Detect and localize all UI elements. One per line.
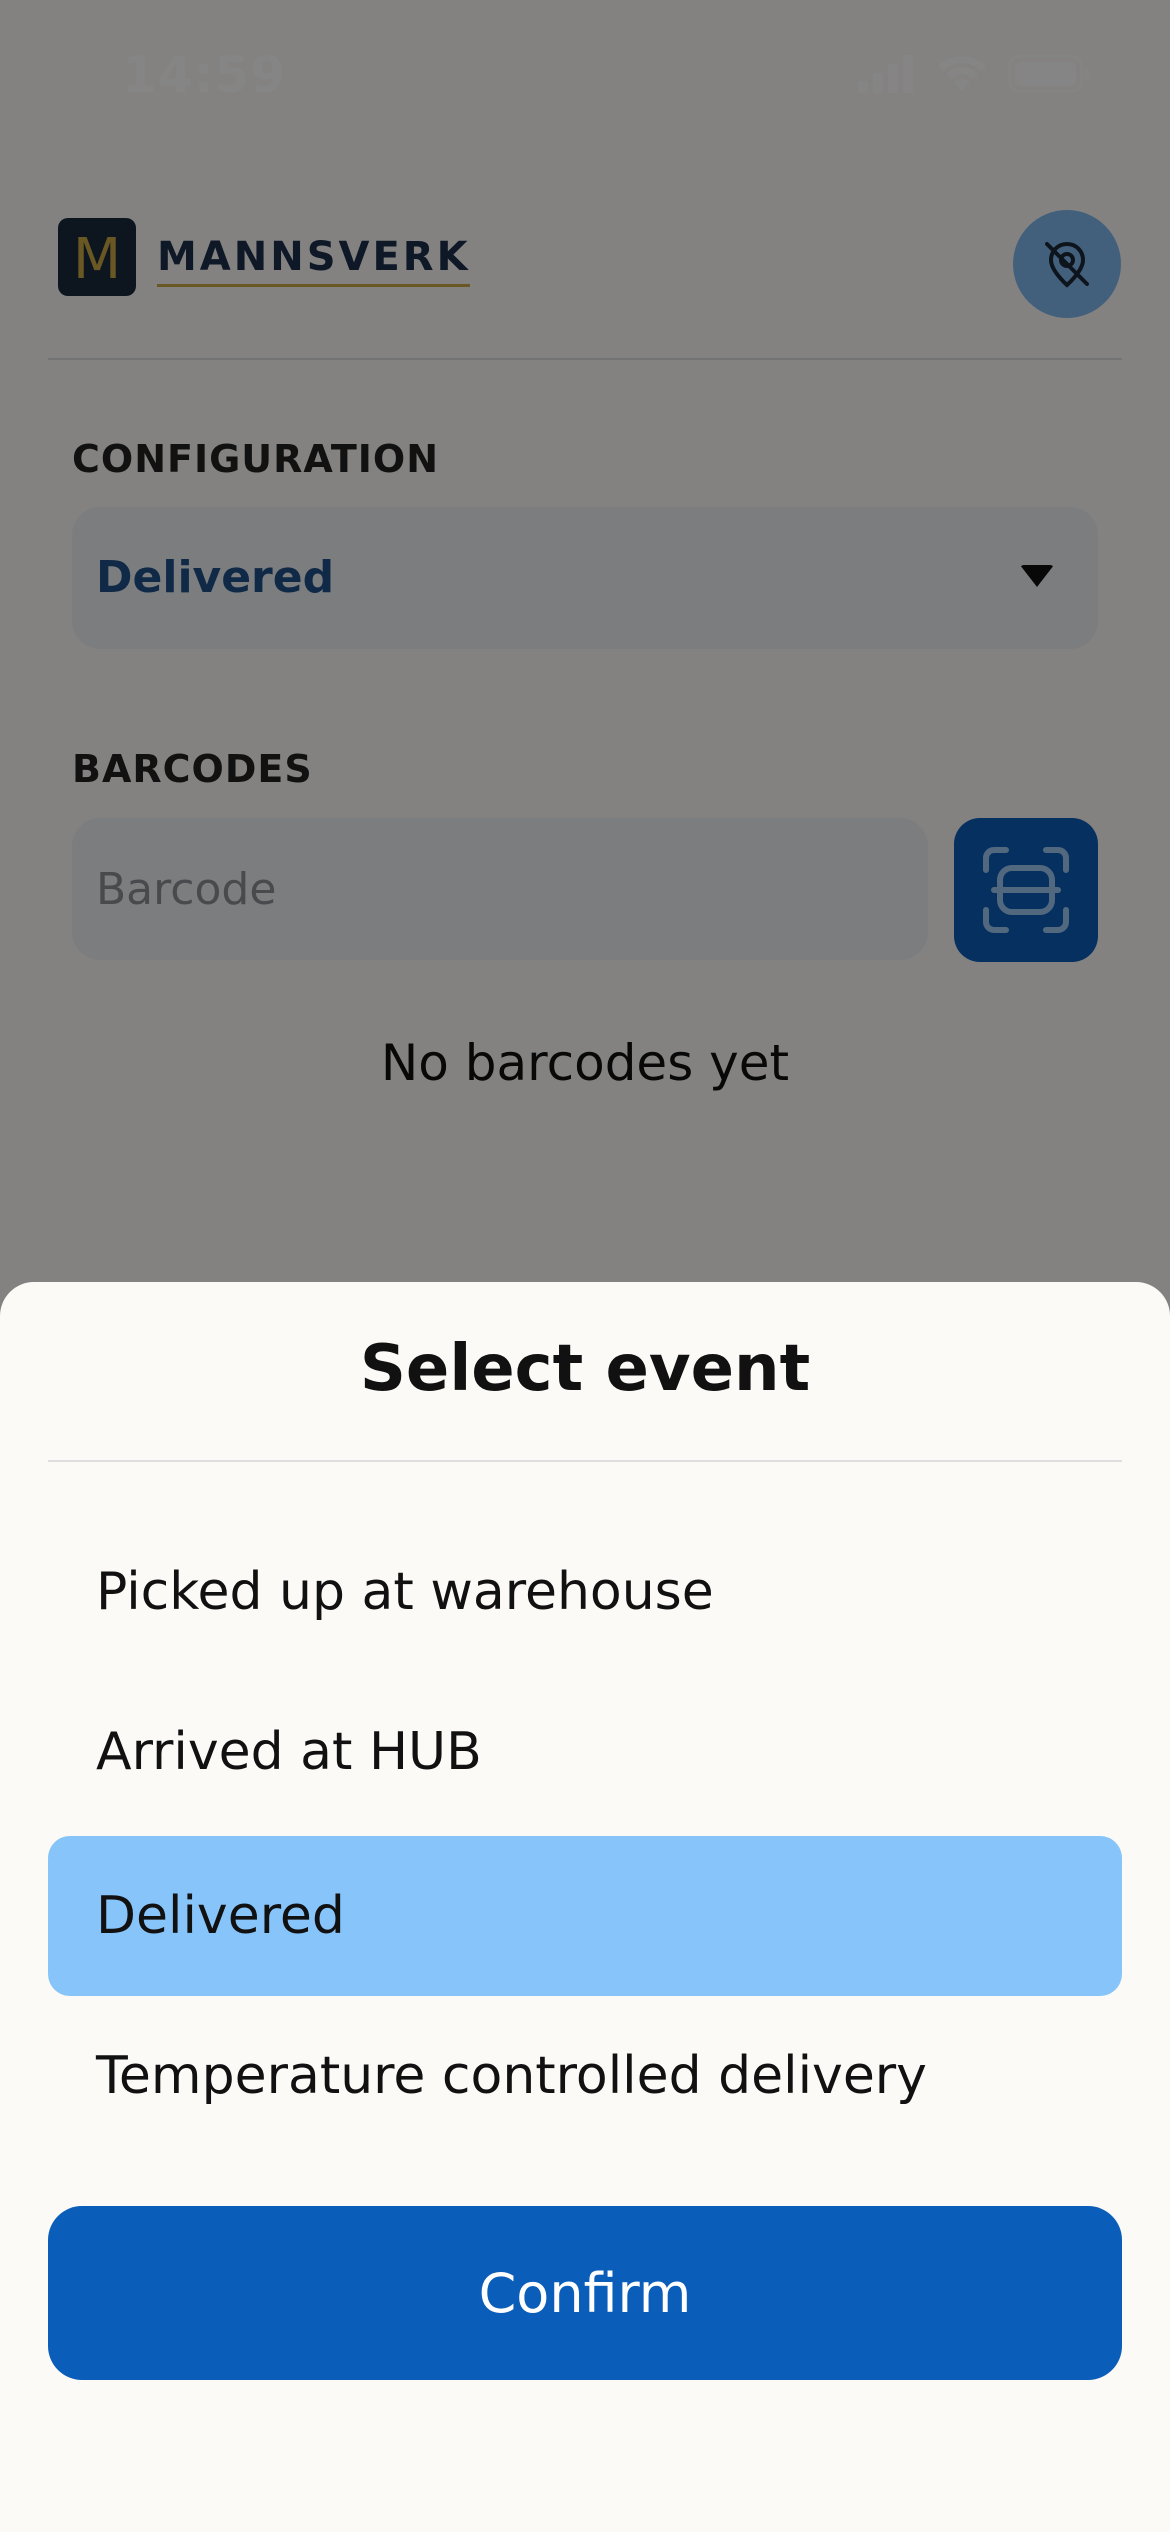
event-option-label: Delivered: [96, 1886, 345, 1946]
event-option-delivered[interactable]: Delivered: [48, 1836, 1122, 1996]
sheet-divider: [48, 1460, 1122, 1462]
event-option-arrived-hub[interactable]: Arrived at HUB: [48, 1672, 1122, 1832]
screen: 14:59 M MANNSVERK CONFIGURATION Delivere…: [0, 0, 1170, 2532]
event-option-label: Picked up at warehouse: [96, 1562, 714, 1622]
event-option-label: Temperature controlled delivery: [96, 2046, 927, 2106]
event-option-picked-up[interactable]: Picked up at warehouse: [48, 1512, 1122, 1672]
confirm-button[interactable]: Confirm: [48, 2206, 1122, 2380]
event-option-temperature-controlled[interactable]: Temperature controlled delivery: [48, 1996, 1122, 2156]
event-option-label: Arrived at HUB: [96, 1722, 482, 1782]
select-event-sheet: Select event Picked up at warehouse Arri…: [0, 1282, 1170, 2532]
sheet-title: Select event: [359, 1332, 811, 1406]
